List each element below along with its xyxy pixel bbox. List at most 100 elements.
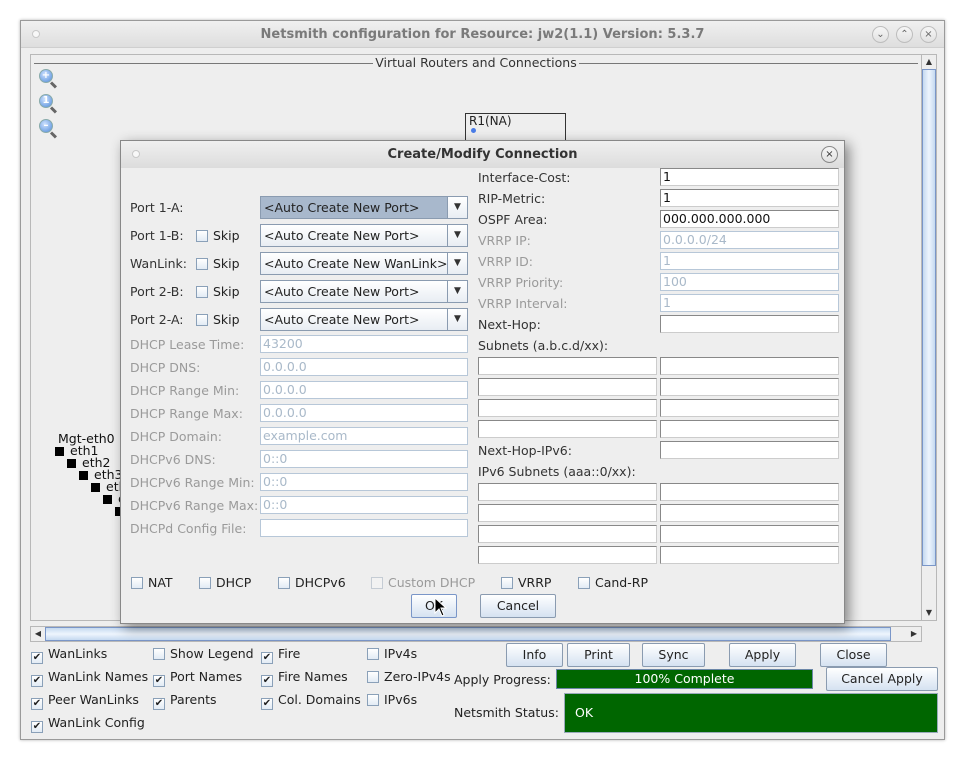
ipv6-subnet-field[interactable]	[660, 483, 839, 501]
vrrp-ip-field[interactable]: 0.0.0.0/24	[660, 231, 839, 249]
nat-checkbox[interactable]: NAT	[131, 575, 173, 590]
subnet-field[interactable]	[478, 357, 657, 375]
col-domains-checkbox[interactable]: ✔ Col. Domains	[261, 692, 361, 710]
ipv6s-checkbox[interactable]: IPv6s	[367, 692, 417, 707]
subnet-field[interactable]	[660, 357, 839, 375]
scroll-up-icon[interactable]: ▲	[922, 55, 936, 69]
subnet-field[interactable]	[478, 399, 657, 417]
chevron-down-icon[interactable]: ▼	[447, 253, 467, 274]
next-hop-field[interactable]	[660, 315, 839, 333]
subnet-field[interactable]	[478, 378, 657, 396]
ospf-area-field[interactable]: 000.000.000.000	[660, 210, 839, 228]
ipv6-subnet-field[interactable]	[478, 504, 657, 522]
port-marker[interactable]	[79, 471, 88, 480]
chevron-down-icon[interactable]: ▼	[447, 309, 467, 330]
zoom-reset-icon[interactable]: 1	[39, 94, 59, 114]
subnets-label: Subnets (a.b.c.d/xx):	[478, 338, 609, 353]
ipv6-subnet-field[interactable]	[478, 525, 657, 543]
dhcp-dns-field[interactable]: 0.0.0.0	[260, 358, 468, 376]
dhcp-domain-field[interactable]: example.com	[260, 427, 468, 445]
port-2a-select[interactable]: <Auto Create New Port> ▼	[260, 308, 468, 331]
dhcpv6-checkbox[interactable]: DHCPv6	[278, 575, 346, 590]
scroll-down-icon[interactable]: ▼	[922, 606, 936, 620]
rip-metric-field[interactable]: 1	[660, 189, 839, 207]
port-2b-select[interactable]: <Auto Create New Port> ▼	[260, 280, 468, 303]
port-marker[interactable]	[103, 495, 112, 504]
port-names-checkbox[interactable]: ✔ Port Names	[153, 669, 242, 687]
wanlinks-checkbox[interactable]: ✔ WanLinks	[31, 646, 107, 664]
ipv4s-checkbox[interactable]: IPv4s	[367, 646, 417, 661]
fire-checkbox[interactable]: ✔ Fire	[261, 646, 300, 664]
chevron-down-icon[interactable]: ▼	[447, 197, 467, 218]
window-titlebar[interactable]: Netsmith configuration for Resource: jw2…	[21, 21, 944, 48]
wanlink-config-checkbox[interactable]: ✔ WanLink Config	[31, 715, 145, 733]
dhcpv6-range-min-field[interactable]: 0::0	[260, 473, 468, 491]
port-marker[interactable]	[67, 459, 76, 468]
close-button[interactable]: Close	[820, 643, 887, 667]
wanlink-names-checkbox[interactable]: ✔ WanLink Names	[31, 669, 148, 687]
dhcpv6-range-max-field[interactable]: 0::0	[260, 496, 468, 514]
parents-checkbox[interactable]: ✔ Parents	[153, 692, 217, 710]
dhcp-range-max-field[interactable]: 0.0.0.0	[260, 404, 468, 422]
show-legend-checkbox[interactable]: Show Legend	[153, 646, 254, 661]
scroll-left-icon[interactable]: ◀	[31, 627, 45, 641]
wanlink-skip-checkbox[interactable]: Skip	[196, 256, 240, 271]
horizontal-scroll-thumb[interactable]	[45, 627, 891, 641]
dhcp-checkbox[interactable]: DHCP	[199, 575, 251, 590]
dhcpv6-dns-field[interactable]: 0::0	[260, 450, 468, 468]
zoom-in-icon[interactable]: +	[39, 69, 59, 89]
vrrp-checkbox[interactable]: VRRP	[501, 575, 551, 590]
dialog-close-icon[interactable]: ×	[821, 146, 838, 163]
vertical-scroll-thumb[interactable]	[922, 69, 936, 566]
cancel-button[interactable]: Cancel	[480, 594, 556, 618]
print-button[interactable]: Print	[567, 643, 630, 667]
chevron-down-icon[interactable]: ▼	[447, 281, 467, 302]
horizontal-scrollbar[interactable]: ◀ ▶	[30, 626, 922, 642]
port-2a-skip-checkbox[interactable]: Skip	[196, 312, 240, 327]
ipv6-subnet-field[interactable]	[660, 525, 839, 543]
port-1b-skip-checkbox[interactable]: Skip	[196, 228, 240, 243]
minimize-icon[interactable]: ⌄	[872, 26, 889, 43]
netsmith-status-label: Netsmith Status:	[454, 705, 559, 720]
ipv6-subnet-field[interactable]	[660, 504, 839, 522]
sync-button[interactable]: Sync	[642, 643, 705, 667]
cancel-apply-button[interactable]: Cancel Apply	[826, 667, 938, 691]
vrrp-interval-field[interactable]: 1	[660, 294, 839, 312]
dialog-titlebar[interactable]: Create/Modify Connection ×	[121, 141, 844, 168]
apply-button[interactable]: Apply	[729, 643, 796, 667]
close-icon[interactable]: ×	[920, 26, 937, 43]
scroll-right-icon[interactable]: ▶	[907, 627, 921, 641]
subnet-field[interactable]	[660, 420, 839, 438]
dhcpd-config-file-field[interactable]	[260, 519, 468, 537]
interface-cost-field[interactable]: 1	[660, 168, 839, 186]
zoom-out-icon[interactable]: –	[39, 119, 59, 139]
custom-dhcp-checkbox[interactable]: Custom DHCP	[371, 575, 475, 590]
port-1b-select[interactable]: <Auto Create New Port> ▼	[260, 224, 468, 247]
port-1a-select[interactable]: <Auto Create New Port> ▼	[260, 196, 468, 219]
cand-rp-checkbox[interactable]: Cand-RP	[578, 575, 648, 590]
info-button[interactable]: Info	[506, 643, 563, 667]
ipv6-subnet-field[interactable]	[478, 546, 657, 564]
chevron-down-icon[interactable]: ▼	[447, 225, 467, 246]
port-marker[interactable]	[91, 483, 100, 492]
ipv6-subnet-field[interactable]	[660, 546, 839, 564]
vertical-scrollbar[interactable]: ▲ ▼	[921, 54, 937, 621]
apply-progress-label: Apply Progress:	[454, 672, 551, 687]
maximize-icon[interactable]: ⌃	[896, 26, 913, 43]
zero-ipv4s-checkbox[interactable]: Zero-IPv4s	[367, 669, 451, 684]
vrrp-id-field[interactable]: 1	[660, 252, 839, 270]
wanlink-select[interactable]: <Auto Create New WanLink> ▼	[260, 252, 468, 275]
fire-names-checkbox[interactable]: ✔ Fire Names	[261, 669, 348, 687]
subnet-field[interactable]	[478, 420, 657, 438]
port-marker[interactable]	[55, 447, 64, 456]
ipv6-subnet-field[interactable]	[478, 483, 657, 501]
peer-wanlinks-checkbox[interactable]: ✔ Peer WanLinks	[31, 692, 139, 710]
subnet-field[interactable]	[660, 399, 839, 417]
router-r1[interactable]: R1(NA)	[465, 113, 566, 143]
subnet-field[interactable]	[660, 378, 839, 396]
next-hop-ipv6-field[interactable]	[660, 441, 839, 459]
dhcp-lease-time-field[interactable]: 43200	[260, 335, 468, 353]
vrrp-priority-field[interactable]: 100	[660, 273, 839, 291]
port-2b-skip-checkbox[interactable]: Skip	[196, 284, 240, 299]
dhcp-range-min-field[interactable]: 0.0.0.0	[260, 381, 468, 399]
